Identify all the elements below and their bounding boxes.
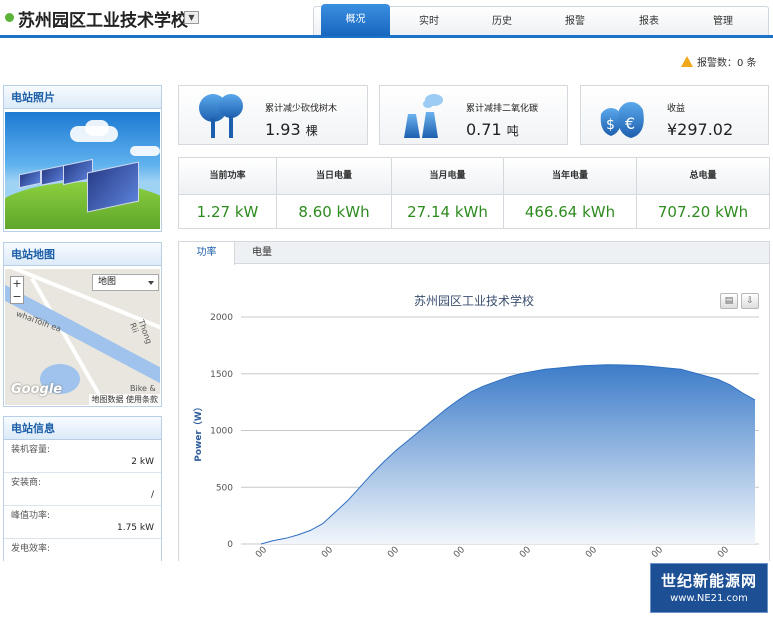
co2-value: 0.71 吨 [466, 120, 519, 139]
factory-icon [404, 94, 443, 138]
station-info-panel: 电站信息 装机容量: 2 kW 安装商: / 峰值功率: 1.75 kW 发电效… [3, 416, 162, 561]
tab-alarm[interactable]: 报警 [540, 7, 610, 36]
income-card: $ € 收益 ¥297.02 [580, 85, 769, 145]
station-photo-image [5, 112, 160, 229]
income-label: 收益 [667, 104, 686, 114]
map-place-label: Bike & [130, 384, 156, 393]
watermark-logo: 世纪新能源网 www.NE21.com [650, 563, 768, 613]
power-area-chart: 0 500 1000 1500 2000 00 00 00 00 00 00 00 00 Power（… [193, 313, 759, 560]
x-tick-label: 00 [386, 545, 401, 560]
stat-label: 当前功率 [179, 158, 276, 195]
info-label: 装机容量: [11, 445, 51, 455]
x-axis-ticks: 00 00 00 00 00 00 00 00 [254, 545, 731, 560]
tab-history[interactable]: 历史 [467, 7, 537, 36]
svg-text:$: $ [606, 117, 615, 133]
stat-total-energy: 总电量 707.20 kWh [637, 158, 769, 228]
stat-month-energy: 当月电量 27.14 kWh [392, 158, 504, 228]
power-area-series [261, 364, 755, 544]
station-map-title: 电站地图 [4, 243, 161, 266]
co2-label: 累计减排二氧化碳 [466, 104, 539, 114]
zoom-out-button[interactable]: − [11, 290, 23, 303]
map-type-select[interactable]: 地图 [92, 274, 159, 291]
info-row-capacity: 装机容量: 2 kW [4, 440, 161, 473]
tab-realtime[interactable]: 实时 [394, 7, 464, 36]
stat-current-power: 当前功率 1.27 kW [179, 158, 277, 228]
google-logo: Google [11, 382, 63, 397]
info-label: 峰值功率: [11, 511, 51, 521]
income-value: ¥297.02 [667, 120, 734, 139]
y-axis-label: Power（W） [193, 402, 204, 462]
info-value: 1.75 kW [116, 523, 154, 533]
alarm-count[interactable]: 报警数：0 条 [681, 54, 757, 69]
x-tick-label: 00 [518, 545, 533, 560]
chevron-down-icon [148, 281, 154, 285]
stat-value: 27.14 kWh [407, 203, 488, 221]
info-value: 2 kW [131, 457, 154, 467]
trees-label: 累计减少砍伐树木 [265, 104, 338, 114]
chart-panel: 功率 电量 苏州园区工业技术学校 ▤ ⇩ 0 500 1000 1500 2000 00… [178, 241, 770, 561]
stat-year-energy: 当年电量 466.64 kWh [504, 158, 637, 228]
stat-value: 466.64 kWh [524, 203, 616, 221]
tab-overview[interactable]: 概况 [321, 4, 390, 36]
watermark-line1: 世纪新能源网 [660, 572, 757, 590]
x-tick-label: 00 [254, 545, 269, 560]
info-row-installer: 安装商: / [4, 473, 161, 506]
main-tabs: 概况 实时 历史 报警 报表 管理 [313, 4, 769, 36]
co2-card: 累计减排二氧化碳 0.71 吨 [379, 85, 568, 145]
station-photo-title: 电站照片 [4, 86, 161, 109]
zoom-in-button[interactable]: + [11, 277, 23, 290]
y-axis-ticks: 0 500 1000 1500 2000 [210, 313, 233, 550]
y-tick-label: 1500 [210, 370, 233, 380]
stat-value: 1.27 kW [196, 203, 259, 221]
stat-label: 总电量 [637, 158, 769, 195]
x-tick-label: 00 [584, 545, 599, 560]
station-info-title: 电站信息 [4, 417, 161, 440]
stat-label: 当年电量 [504, 158, 636, 195]
map-credits[interactable]: 地图数据 使用条款 [89, 394, 160, 405]
x-tick-label: 00 [320, 545, 335, 560]
info-row-peak-power: 峰值功率: 1.75 kW [4, 506, 161, 539]
info-row-efficiency: 发电效率: [4, 539, 161, 572]
energy-stats-table: 当前功率 1.27 kW 当日电量 8.60 kWh 当月电量 27.14 kW… [178, 157, 770, 229]
trees-card: 累计减少砍伐树木 1.93 棵 [178, 85, 368, 145]
station-map[interactable]: whaiTöih ea Thong Rii Bike & + − 地图 Goog… [5, 269, 160, 405]
station-map-panel: 电站地图 whaiTöih ea Thong Rii Bike & + − 地图… [3, 242, 162, 407]
stat-value: 8.60 kWh [298, 203, 370, 221]
svg-text:€: € [625, 114, 635, 133]
info-label: 安装商: [11, 478, 42, 488]
site-dropdown-icon[interactable]: ▼ [184, 11, 199, 24]
y-tick-label: 500 [216, 483, 233, 493]
info-label: 发电效率: [11, 544, 51, 554]
top-header: 苏州园区工业技术学校 ▼ 概况 实时 历史 报警 报表 管理 [0, 0, 773, 38]
trees-value: 1.93 棵 [265, 120, 318, 139]
stat-label: 当日电量 [277, 158, 391, 195]
info-value: / [150, 490, 154, 500]
x-tick-label: 00 [452, 545, 467, 560]
y-tick-label: 2000 [210, 313, 233, 323]
warning-icon [681, 56, 693, 67]
y-tick-label: 0 [227, 540, 233, 550]
stat-day-energy: 当日电量 8.60 kWh [277, 158, 392, 228]
stat-label: 当月电量 [392, 158, 503, 195]
y-tick-label: 1000 [210, 427, 233, 437]
watermark-line2: www.NE21.com [670, 593, 748, 604]
x-tick-label: 00 [716, 545, 731, 560]
x-tick-label: 00 [650, 545, 665, 560]
map-type-label: 地图 [98, 277, 117, 287]
stat-value: 707.20 kWh [657, 203, 749, 221]
tab-report[interactable]: 报表 [613, 7, 685, 36]
map-zoom-control[interactable]: + − [10, 276, 24, 304]
alarm-count-text: 报警数：0 条 [697, 58, 757, 69]
tree-icon [199, 94, 243, 138]
tab-manage[interactable]: 管理 [687, 7, 759, 36]
online-status-icon [5, 13, 14, 22]
station-photo-panel: 电站照片 [3, 85, 162, 232]
site-title: 苏州园区工业技术学校 [18, 11, 188, 31]
money-bag-icon: $ € [600, 102, 644, 138]
